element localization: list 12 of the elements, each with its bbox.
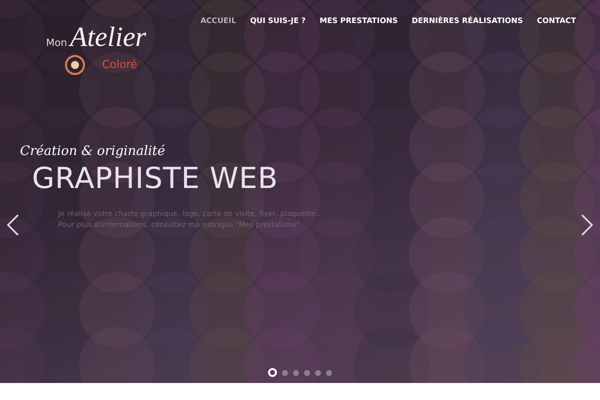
slide-tagline: Création & originalité [20, 144, 166, 159]
slide-title: GRAPHISTE WEB [32, 161, 280, 195]
logo-text: Atelier [70, 22, 146, 54]
slider-dot[interactable] [282, 370, 288, 376]
logo-text: Coloré [102, 58, 138, 71]
slider-dot[interactable] [304, 370, 310, 376]
slider-dot[interactable] [315, 370, 321, 376]
slider-dot[interactable] [268, 368, 277, 377]
slider-dot[interactable] [326, 370, 332, 376]
slider-dot[interactable] [293, 370, 299, 376]
logo-text: Mon [46, 38, 68, 49]
logo-ornament-icon [64, 54, 86, 76]
